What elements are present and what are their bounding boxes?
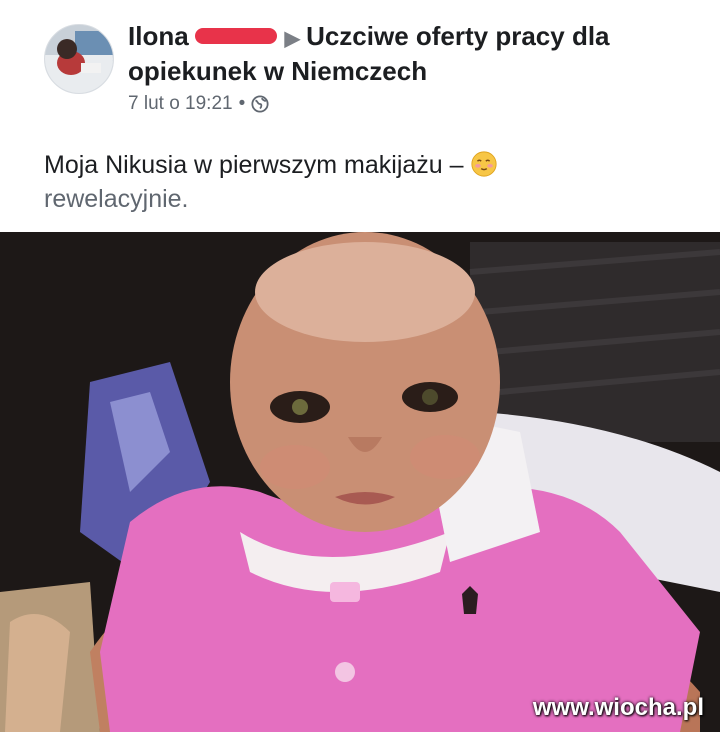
baby-photo-illustration (0, 232, 720, 732)
post-timestamp[interactable]: 7 lut o 19:21 (128, 93, 233, 115)
post-meta: 7 lut o 19:21 • (128, 93, 269, 115)
post-text-main: Moja Nikusia w pierwszym makijażu – (44, 151, 464, 179)
globe-icon[interactable] (251, 95, 269, 113)
post-text-continuation: rewelacyjnie. (44, 185, 189, 213)
meta-separator: • (238, 93, 246, 114)
blushing-face-emoji-icon (470, 151, 497, 177)
watermark: www.wiocha.pl (532, 694, 704, 721)
post-text: Moja Nikusia w pierwszym makijażu – rewe… (44, 148, 664, 216)
shared-to-arrow-icon: ▶ (284, 28, 301, 50)
author-avatar[interactable] (44, 24, 114, 94)
author-name[interactable]: Ilona (128, 21, 189, 51)
post-header-title: Ilona ▶ Uczciwe oferty pracy dla opiekunek… (128, 20, 688, 87)
facebook-post: Ilona ▶ Uczciwe oferty pracy dla opiekunek… (0, 0, 720, 732)
post-photo[interactable]: www.wiocha.pl (0, 232, 720, 732)
redacted-surname-bar (194, 28, 277, 45)
